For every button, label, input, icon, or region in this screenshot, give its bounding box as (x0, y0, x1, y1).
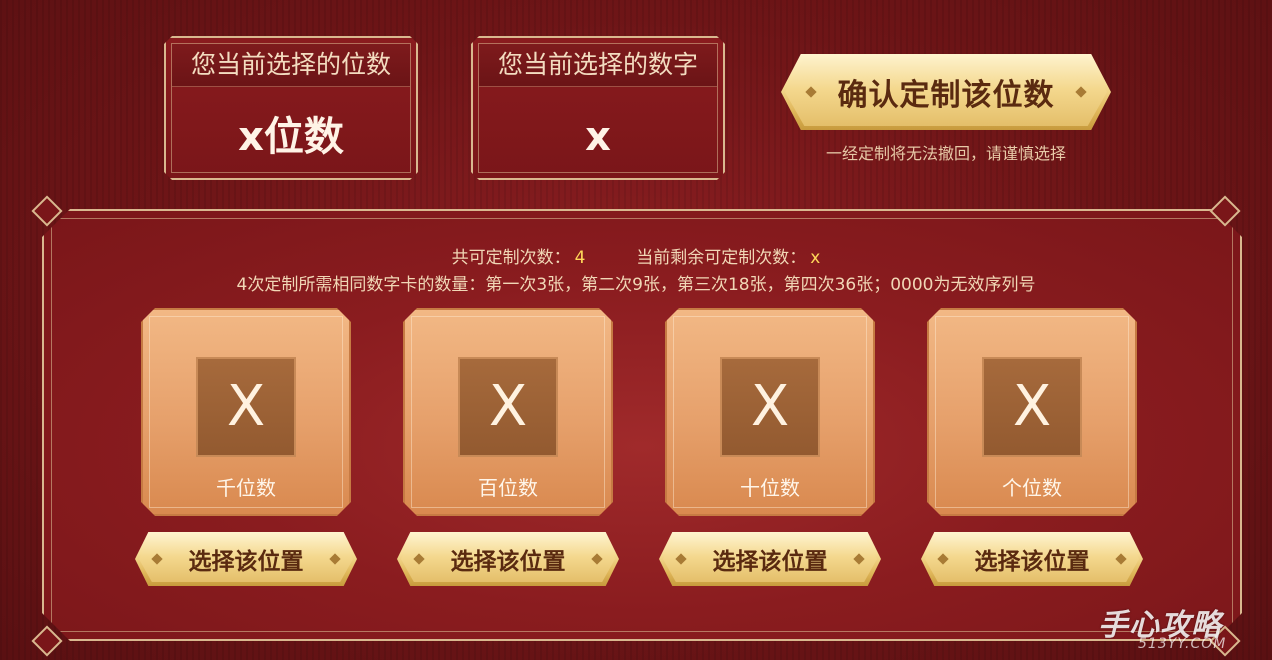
site-watermark: 手心攻略 513YY.COM (1098, 600, 1268, 658)
confirm-button-label: 确认定制该位数 (837, 78, 1055, 113)
digit-slot: X (982, 357, 1082, 457)
select-button-label: 选择该位置 (974, 549, 1090, 575)
position-label: 十位数 (740, 476, 800, 500)
remaining-count-label: 当前剩余可定制次数： (636, 248, 807, 268)
hundreds-digit-card: X 百位数 (403, 308, 613, 516)
position-label: 千位数 (216, 476, 276, 500)
tens-digit-card: X 十位数 (665, 308, 875, 516)
corner-ornament-icon (31, 625, 63, 657)
selected-number-value: x (585, 114, 611, 160)
watermark-url: 513YY.COM (1138, 636, 1227, 652)
select-hundreds-button[interactable]: 选择该位置 (397, 532, 619, 586)
remaining-count-value: x (810, 248, 821, 268)
selected-number-title: 您当前选择的数字 (479, 44, 717, 87)
total-count-value: 4 (574, 248, 586, 268)
select-button-label: 选择该位置 (188, 549, 304, 575)
digit-slot: X (720, 357, 820, 457)
rule-text: 4次定制所需相同数字卡的数量：第一次3张，第二次9张，第三次18张，第四次36张… (236, 275, 1036, 295)
selected-digits-title: 您当前选择的位数 (172, 44, 410, 87)
select-button-label: 选择该位置 (450, 549, 566, 575)
confirm-customize-button[interactable]: 确认定制该位数 (781, 54, 1111, 130)
selected-digits-box: 您当前选择的位数 x位数 (164, 36, 418, 180)
selected-number-box: 您当前选择的数字 x (471, 36, 725, 180)
warning-text: 一经定制将无法撤回，请谨慎选择 (825, 144, 1066, 163)
position-label: 个位数 (1002, 476, 1062, 500)
select-tens-button[interactable]: 选择该位置 (659, 532, 881, 586)
digit-slot: X (458, 357, 558, 457)
customize-stats: 共可定制次数： 4 当前剩余可定制次数： x (0, 243, 1272, 268)
position-label: 百位数 (478, 476, 538, 500)
select-ones-button[interactable]: 选择该位置 (921, 532, 1143, 586)
selected-digits-value: x位数 (238, 114, 344, 160)
total-count-label: 共可定制次数： (451, 248, 571, 268)
select-thousands-button[interactable]: 选择该位置 (135, 532, 357, 586)
digit-slot: X (196, 357, 296, 457)
select-button-label: 选择该位置 (712, 549, 828, 575)
thousands-digit-card: X 千位数 (141, 308, 351, 516)
ones-digit-card: X 个位数 (927, 308, 1137, 516)
